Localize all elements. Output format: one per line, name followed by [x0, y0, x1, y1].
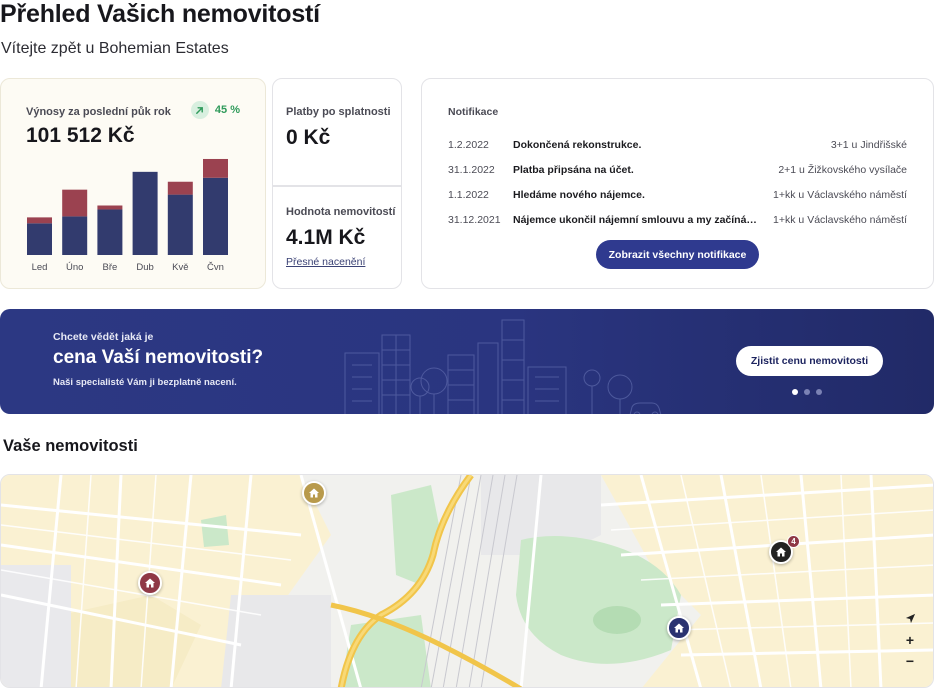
payments-value-card: Platby po splatnosti 0 Kč Hodnota nemovi…: [272, 78, 402, 289]
notification-property: 3+1 u Jindřišské: [830, 139, 907, 151]
map-pin-burgundy[interactable]: [138, 571, 162, 595]
revenue-change-badge: 45 %: [190, 101, 240, 119]
page-subtitle: Vítejte zpět u Bohemian Estates: [1, 40, 229, 57]
payments-value: 0 Kč: [286, 126, 331, 149]
notification-text: Platba připsána na účet.: [513, 164, 634, 176]
notification-property: 2+1 u Žižkovského vysílače: [778, 164, 907, 176]
revenue-card: Výnosy za poslední půk rok 45 % 101 512 …: [0, 78, 266, 289]
bar-base-3: [132, 171, 158, 255]
get-valuation-button[interactable]: Zjistit cenu nemovitosti: [736, 346, 883, 376]
notification-property: 1+kk u Václavského náměstí: [773, 214, 907, 226]
x-tick-label: Čvn: [207, 262, 224, 273]
x-tick-label: Bře: [103, 262, 118, 273]
x-tick-label: Úno: [66, 262, 83, 273]
bar-top-5: [203, 158, 228, 178]
revenue-label: Výnosy za poslední půk rok: [26, 106, 171, 118]
carousel-dot[interactable]: [792, 389, 798, 395]
cluster-count-badge: 4: [787, 535, 800, 548]
bar-base-1: [62, 216, 88, 255]
zoom-out-button[interactable]: −: [901, 652, 919, 670]
map-pin-navy[interactable]: [667, 616, 691, 640]
notification-date: 31.12.2021: [448, 214, 501, 226]
locate-me-icon[interactable]: [901, 609, 919, 627]
notifications-card: Notifikace 1.2.2022 Dokončená rekonstruk…: [421, 78, 934, 289]
banner-headline: cena Vaší nemovitosti?: [53, 347, 264, 368]
notification-date: 1.2.2022: [448, 139, 489, 151]
card-divider: [273, 185, 401, 187]
notification-text: Hledáme nového nájemce.: [513, 189, 645, 201]
x-tick-label: Kvě: [172, 262, 188, 273]
properties-map[interactable]: 4 + −: [0, 474, 934, 688]
house-icon: [145, 578, 155, 588]
carousel-dot[interactable]: [804, 389, 810, 395]
property-value-label: Hodnota nemovitostí: [286, 206, 396, 218]
page-title: Přehled Vašich nemovitostí: [0, 0, 320, 28]
notification-date: 1.1.2022: [448, 189, 489, 201]
notification-row[interactable]: 1.2.2022 Dokončená rekonstrukce. 3+1 u J…: [448, 137, 907, 153]
carousel-dots: [792, 389, 822, 395]
house-icon: [674, 623, 684, 633]
notification-row[interactable]: 1.1.2022 Hledáme nového nájemce. 1+kk u …: [448, 187, 907, 203]
house-icon: [309, 488, 319, 498]
bar-base-2: [97, 209, 123, 255]
bar-base-0: [27, 223, 52, 255]
map-pin-gold[interactable]: [302, 481, 326, 505]
notification-row[interactable]: 31.12.2021 Nájemce ukončil nájemní smlou…: [448, 212, 907, 228]
banner-description: Naši specialisté Vám ji bezplatně nacení…: [53, 377, 237, 388]
notification-text: Dokončená rekonstrukce.: [513, 139, 642, 151]
notification-property: 1+kk u Václavského náměstí: [773, 189, 907, 201]
valuation-banner: Chcete vědět jaká je cena Vaší nemovitos…: [0, 309, 934, 414]
exact-valuation-link[interactable]: Přesné nacenění: [286, 256, 365, 268]
notification-date: 31.1.2022: [448, 164, 495, 176]
carousel-dot[interactable]: [816, 389, 822, 395]
bar-top-1: [62, 189, 88, 217]
x-tick-label: Led: [32, 262, 48, 273]
revenue-value: 101 512 Kč: [26, 124, 135, 147]
bar-base-4: [167, 194, 193, 255]
notification-row[interactable]: 31.1.2022 Platba připsána na účet. 2+1 u…: [448, 162, 907, 178]
payments-label: Platby po splatnosti: [286, 106, 391, 118]
banner-small-text: Chcete vědět jaká je: [53, 331, 154, 343]
zoom-in-button[interactable]: +: [901, 631, 919, 649]
city-skyline-illustration: [344, 319, 662, 414]
bar-top-0: [27, 217, 52, 224]
house-icon: [776, 547, 786, 557]
show-all-notifications-button[interactable]: Zobrazit všechny notifikace: [596, 240, 759, 269]
arrow-up-right-icon: [190, 101, 209, 119]
bar-top-4: [167, 181, 193, 195]
properties-section-title: Vaše nemovitosti: [3, 437, 138, 455]
notifications-title: Notifikace: [448, 106, 499, 118]
x-tick-label: Dub: [136, 262, 153, 273]
bar-top-2: [97, 205, 123, 210]
property-value: 4.1M Kč: [286, 226, 366, 249]
revenue-chart: Led Úno Bře Dub Kvě Čvn: [27, 158, 228, 273]
revenue-change-value: 45 %: [214, 104, 240, 116]
notification-text: Nájemce ukončil nájemní smlouvu a my zač…: [513, 214, 763, 226]
bar-base-5: [203, 177, 228, 255]
